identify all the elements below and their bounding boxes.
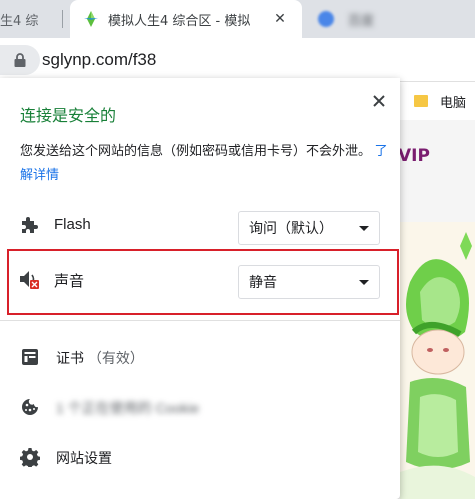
tab-previous[interactable]: 生4 综: [0, 0, 62, 38]
sound-highlight-box: [7, 249, 399, 315]
tab-title: 模拟人生4 综合区 - 模拟: [108, 13, 251, 29]
connection-description: 您发送给这个网站的信息（例如密码或信用卡号）不会外泄。 了解详情: [20, 139, 388, 187]
cookies-label: 1 个正在使用的 Cookie: [56, 400, 200, 416]
certificate-label: 证书 （有效）: [56, 348, 144, 368]
sims-plumbob-icon: [84, 11, 98, 27]
tab-title: 生4 综: [0, 13, 39, 29]
bookmark-label: 电脑: [440, 95, 467, 111]
url-text[interactable]: sglynp.com/f38: [42, 50, 156, 70]
tab-close-icon[interactable]: ✕: [272, 11, 288, 27]
bookmark-item[interactable]: 电脑: [400, 82, 475, 120]
tab-title: 百度: [348, 13, 375, 29]
folder-icon: [414, 95, 428, 107]
permission-label: Flash: [54, 216, 91, 233]
divider: [0, 320, 400, 321]
gear-icon: [19, 446, 41, 468]
site-info-popup: 连接是安全的 您发送给这个网站的信息（例如密码或信用卡号）不会外泄。 了解详情 …: [0, 78, 400, 499]
connection-secure-title: 连接是安全的: [20, 108, 117, 125]
baidu-favicon-icon: [318, 11, 334, 27]
certificate-title: 证书: [56, 350, 84, 366]
certificate-row[interactable]: 证书 （有效）: [0, 334, 400, 382]
tab-active[interactable]: 模拟人生4 综合区 - 模拟 ✕: [70, 0, 302, 38]
cookie-icon: [19, 396, 41, 418]
tab-next[interactable]: 百度: [310, 0, 450, 38]
flash-permission-select[interactable]: 询问（默认）: [238, 211, 380, 245]
chevron-down-icon: [359, 226, 369, 231]
puzzle-piece-icon: [18, 214, 40, 236]
certificate-icon: [19, 346, 41, 368]
site-settings-row[interactable]: 网站设置: [0, 434, 400, 482]
select-value: 询问（默认）: [249, 220, 333, 236]
certificate-status: （有效）: [87, 350, 144, 366]
tab-strip: 生4 综 模拟人生4 综合区 - 模拟 ✕ 百度: [0, 0, 475, 38]
description-text: 您发送给这个网站的信息（例如密码或信用卡号）不会外泄。: [20, 143, 372, 158]
address-bar: sglynp.com/f38: [0, 38, 475, 82]
permission-row-flash: Flash 询问（默认）: [0, 200, 400, 252]
vip-label: VIP: [398, 146, 430, 166]
site-info-button[interactable]: [0, 45, 40, 75]
site-settings-label: 网站设置: [56, 450, 112, 466]
cookies-row[interactable]: 1 个正在使用的 Cookie: [0, 384, 400, 432]
tab-separator: [62, 10, 63, 28]
close-icon[interactable]: [368, 90, 390, 112]
lock-icon: [14, 53, 26, 67]
sims-artwork-image: [400, 222, 475, 499]
